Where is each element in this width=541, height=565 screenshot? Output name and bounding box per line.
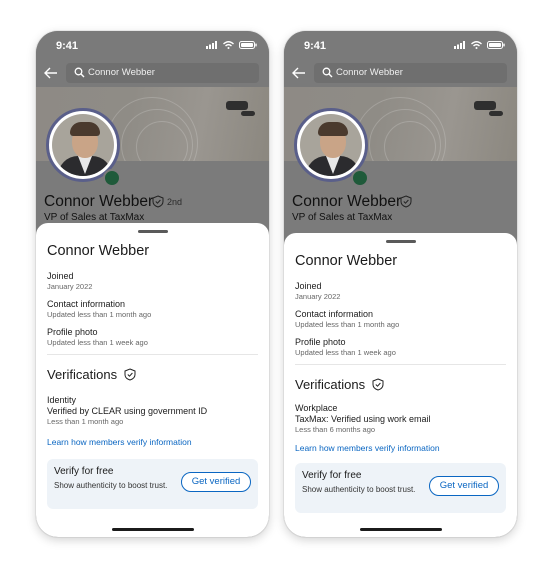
- profile-photo-label: Profile photo: [47, 327, 98, 337]
- verification-detail: TaxMax: Verified using work email: [295, 414, 431, 424]
- get-verified-button[interactable]: Get verified: [429, 476, 499, 496]
- verify-promo-card: Verify for free Show authenticity to boo…: [295, 463, 506, 513]
- profile-photo-value: Updated less than 1 week ago: [47, 338, 148, 347]
- verification-type: Workplace: [295, 403, 338, 413]
- battery-icon: [487, 41, 505, 49]
- verification-detail: Verified by CLEAR using government ID: [47, 406, 208, 416]
- joined-label: Joined: [47, 271, 74, 281]
- joined-value: January 2022: [47, 282, 93, 291]
- phone-screen-identity: 9:41 Connor Webber Connor Webber 2nd VP …: [36, 31, 269, 537]
- contact-info-value: Updated less than 1 month ago: [47, 310, 152, 319]
- contact-info-label: Contact information: [295, 309, 374, 319]
- profile-photo-label: Profile photo: [295, 337, 346, 347]
- profile-photo-value: Updated less than 1 week ago: [295, 348, 396, 357]
- wifi-icon: [223, 41, 234, 49]
- profile-headline: VP of Sales at TaxMax: [292, 212, 393, 223]
- status-time: 9:41: [304, 40, 327, 52]
- verification-time: Less than 1 month ago: [47, 417, 124, 426]
- get-verified-button[interactable]: Get verified: [181, 472, 251, 492]
- joined-label: Joined: [295, 281, 322, 291]
- signal-icon: [206, 41, 217, 49]
- about-profile-sheet: Connor Webber Joined January 2022 Contac…: [284, 233, 517, 537]
- phone-screen-workplace: 9:41 Connor Webber Connor Webber VP of S…: [284, 31, 517, 537]
- divider: [295, 364, 506, 365]
- search-query: Connor Webber: [336, 67, 403, 78]
- search-icon: [74, 67, 85, 78]
- signal-icon: [454, 41, 465, 49]
- contact-info-label: Contact information: [47, 299, 126, 309]
- verifications-title: Verifications: [47, 367, 118, 382]
- search-bar: Connor Webber: [284, 59, 517, 87]
- verified-shield-icon: [372, 378, 384, 391]
- learn-verify-link[interactable]: Learn how members verify information: [47, 437, 192, 447]
- drag-handle[interactable]: [137, 230, 168, 233]
- verified-shield-icon: [124, 368, 136, 381]
- divider: [47, 354, 258, 355]
- status-bar: 9:41: [284, 31, 517, 59]
- home-indicator[interactable]: [359, 528, 442, 531]
- verifications-title: Verifications: [295, 377, 366, 392]
- contact-info-value: Updated less than 1 month ago: [295, 320, 400, 329]
- profile-name: Connor Webber: [44, 193, 154, 210]
- search-icon: [322, 67, 333, 78]
- status-bar: 9:41: [36, 31, 269, 59]
- sheet-title: Connor Webber: [295, 253, 398, 269]
- verification-time: Less than 6 months ago: [295, 425, 376, 434]
- verify-promo-card: Verify for free Show authenticity to boo…: [47, 459, 258, 509]
- joined-value: January 2022: [295, 292, 341, 301]
- search-input[interactable]: Connor Webber: [66, 63, 259, 83]
- card-text: Show authenticity to boost trust.: [54, 481, 168, 490]
- connection-degree: 2nd: [167, 197, 183, 207]
- verification-type: Identity: [47, 395, 77, 405]
- card-text: Show authenticity to boost trust.: [302, 485, 416, 494]
- profile-headline: VP of Sales at TaxMax: [44, 212, 145, 223]
- search-bar: Connor Webber: [36, 59, 269, 87]
- about-profile-sheet: Connor Webber Joined January 2022 Contac…: [36, 223, 269, 537]
- back-arrow-icon[interactable]: [43, 65, 59, 81]
- verified-shield-icon[interactable]: [400, 195, 412, 208]
- online-status-dot: [351, 169, 369, 187]
- verified-shield-icon[interactable]: [152, 195, 164, 208]
- card-title: Verify for free: [54, 466, 114, 477]
- home-indicator[interactable]: [111, 528, 194, 531]
- wifi-icon: [471, 41, 482, 49]
- search-query: Connor Webber: [88, 67, 155, 78]
- card-title: Verify for free: [302, 470, 362, 481]
- profile-name: Connor Webber: [292, 193, 402, 210]
- sheet-title: Connor Webber: [47, 243, 150, 259]
- status-time: 9:41: [56, 40, 79, 52]
- search-input[interactable]: Connor Webber: [314, 63, 507, 83]
- back-arrow-icon[interactable]: [291, 65, 307, 81]
- drag-handle[interactable]: [385, 240, 416, 243]
- online-status-dot: [103, 169, 121, 187]
- learn-verify-link[interactable]: Learn how members verify information: [295, 443, 440, 453]
- battery-icon: [239, 41, 257, 49]
